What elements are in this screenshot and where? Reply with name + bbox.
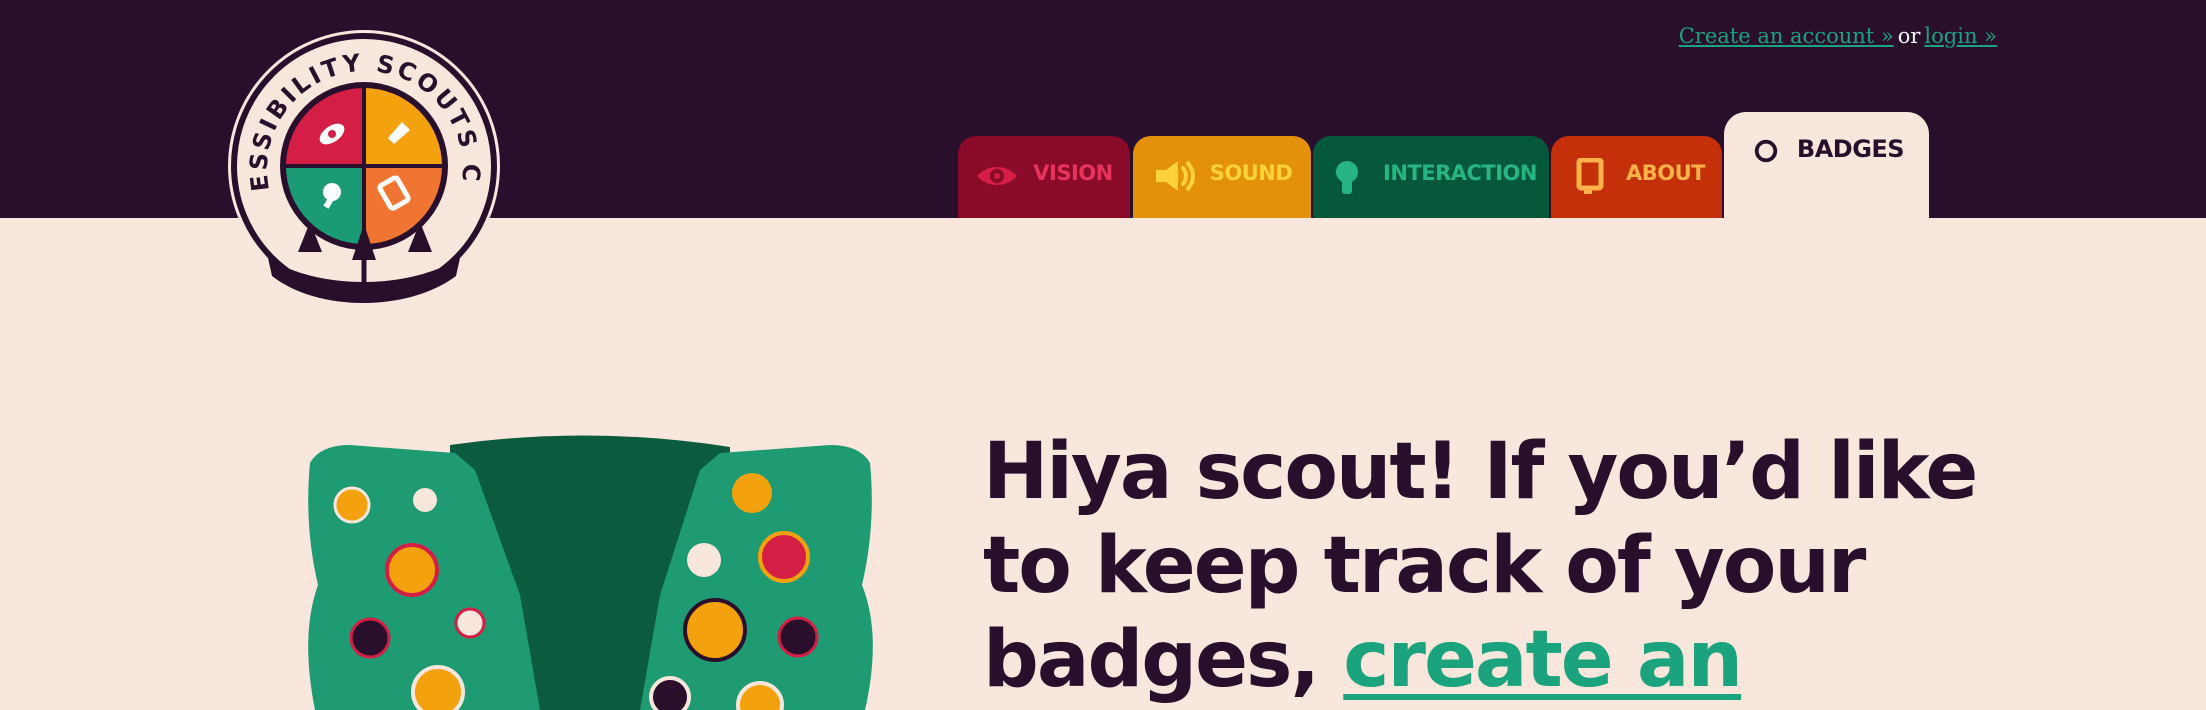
eye-icon bbox=[977, 167, 1018, 185]
hero-text: Hiya scout! If you’d like to keep track … bbox=[983, 425, 2033, 707]
tab-interaction[interactable]: INTERACTION bbox=[1313, 136, 1549, 218]
tab-badges[interactable]: BADGES bbox=[1724, 112, 1929, 218]
tab-label: SOUND bbox=[1209, 161, 1293, 185]
info-card-icon bbox=[1576, 158, 1604, 194]
site-logo[interactable]: ACCESSIBILITY SCOUTS CAMP bbox=[228, 30, 500, 308]
pointer-icon bbox=[1336, 161, 1359, 194]
badge-circle-icon bbox=[1754, 139, 1778, 163]
tab-label: VISION bbox=[1033, 161, 1113, 185]
tab-label: INTERACTION bbox=[1383, 161, 1537, 185]
tab-about[interactable]: ABOUT bbox=[1551, 136, 1722, 218]
account-links: Create an account » or login » bbox=[1679, 24, 1997, 48]
scout-vest-illustration bbox=[308, 435, 873, 710]
tab-vision[interactable]: VISION bbox=[958, 136, 1130, 218]
tab-label: BADGES bbox=[1796, 135, 1905, 163]
or-text: or bbox=[1897, 24, 1921, 48]
tab-label: ABOUT bbox=[1626, 161, 1706, 185]
create-account-link[interactable]: Create an account » bbox=[1679, 24, 1894, 48]
tab-sound[interactable]: SOUND bbox=[1133, 136, 1311, 218]
login-link[interactable]: login » bbox=[1924, 24, 1997, 48]
create-account-hero-link[interactable]: create an bbox=[1343, 615, 1743, 705]
speaker-icon bbox=[1155, 161, 1195, 191]
